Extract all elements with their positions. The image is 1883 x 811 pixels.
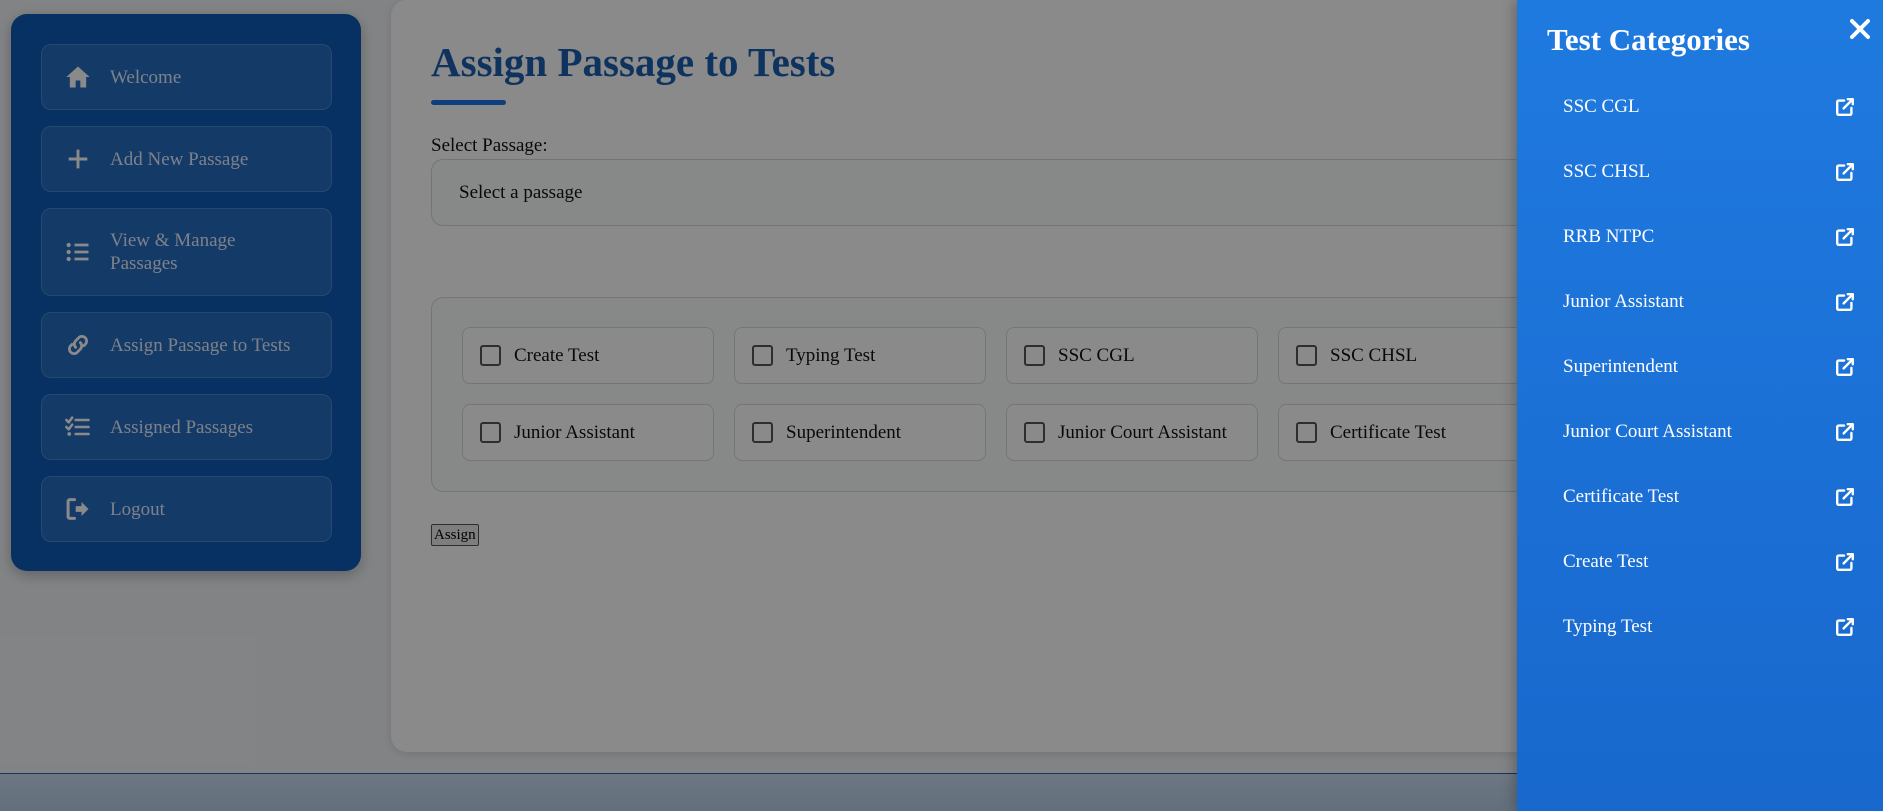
external-link-icon: [1833, 550, 1857, 574]
external-link-icon: [1833, 355, 1857, 379]
drawer-item-junior-assistant[interactable]: Junior Assistant: [1547, 280, 1867, 324]
external-link-icon: [1833, 290, 1857, 314]
drawer-item-label: RRB NTPC: [1563, 226, 1655, 247]
drawer-item-label: SSC CHSL: [1563, 161, 1651, 182]
drawer-item-label: SSC CGL: [1563, 96, 1640, 117]
drawer-item-rrb-ntpc[interactable]: RRB NTPC: [1547, 215, 1867, 259]
drawer-item-certificate-test[interactable]: Certificate Test: [1547, 475, 1867, 519]
drawer-item-label: Certificate Test: [1563, 486, 1679, 507]
drawer-item-junior-court-assistant[interactable]: Junior Court Assistant: [1547, 410, 1867, 454]
drawer-item-label: Superintendent: [1563, 356, 1679, 377]
drawer-item-create-test[interactable]: Create Test: [1547, 540, 1867, 584]
drawer-item-label: Junior Court Assistant: [1563, 421, 1732, 442]
close-icon[interactable]: [1845, 14, 1875, 44]
external-link-icon: [1833, 615, 1857, 639]
drawer-item-typing-test[interactable]: Typing Test: [1547, 605, 1867, 649]
external-link-icon: [1833, 420, 1857, 444]
drawer-item-label: Create Test: [1563, 551, 1649, 572]
drawer-item-ssc-chsl[interactable]: SSC CHSL: [1547, 150, 1867, 194]
external-link-icon: [1833, 160, 1857, 184]
external-link-icon: [1833, 225, 1857, 249]
external-link-icon: [1833, 95, 1857, 119]
drawer-item-label: Junior Assistant: [1563, 291, 1684, 312]
drawer-item-superintendent[interactable]: Superintendent: [1547, 345, 1867, 389]
drawer-title: Test Categories: [1547, 22, 1750, 57]
external-link-icon: [1833, 485, 1857, 509]
drawer-item-label: Typing Test: [1563, 616, 1653, 637]
test-categories-drawer: Test Categories SSC CGL SSC CHSL RRB NTP…: [1517, 0, 1883, 811]
drawer-item-ssc-cgl[interactable]: SSC CGL: [1547, 85, 1867, 129]
